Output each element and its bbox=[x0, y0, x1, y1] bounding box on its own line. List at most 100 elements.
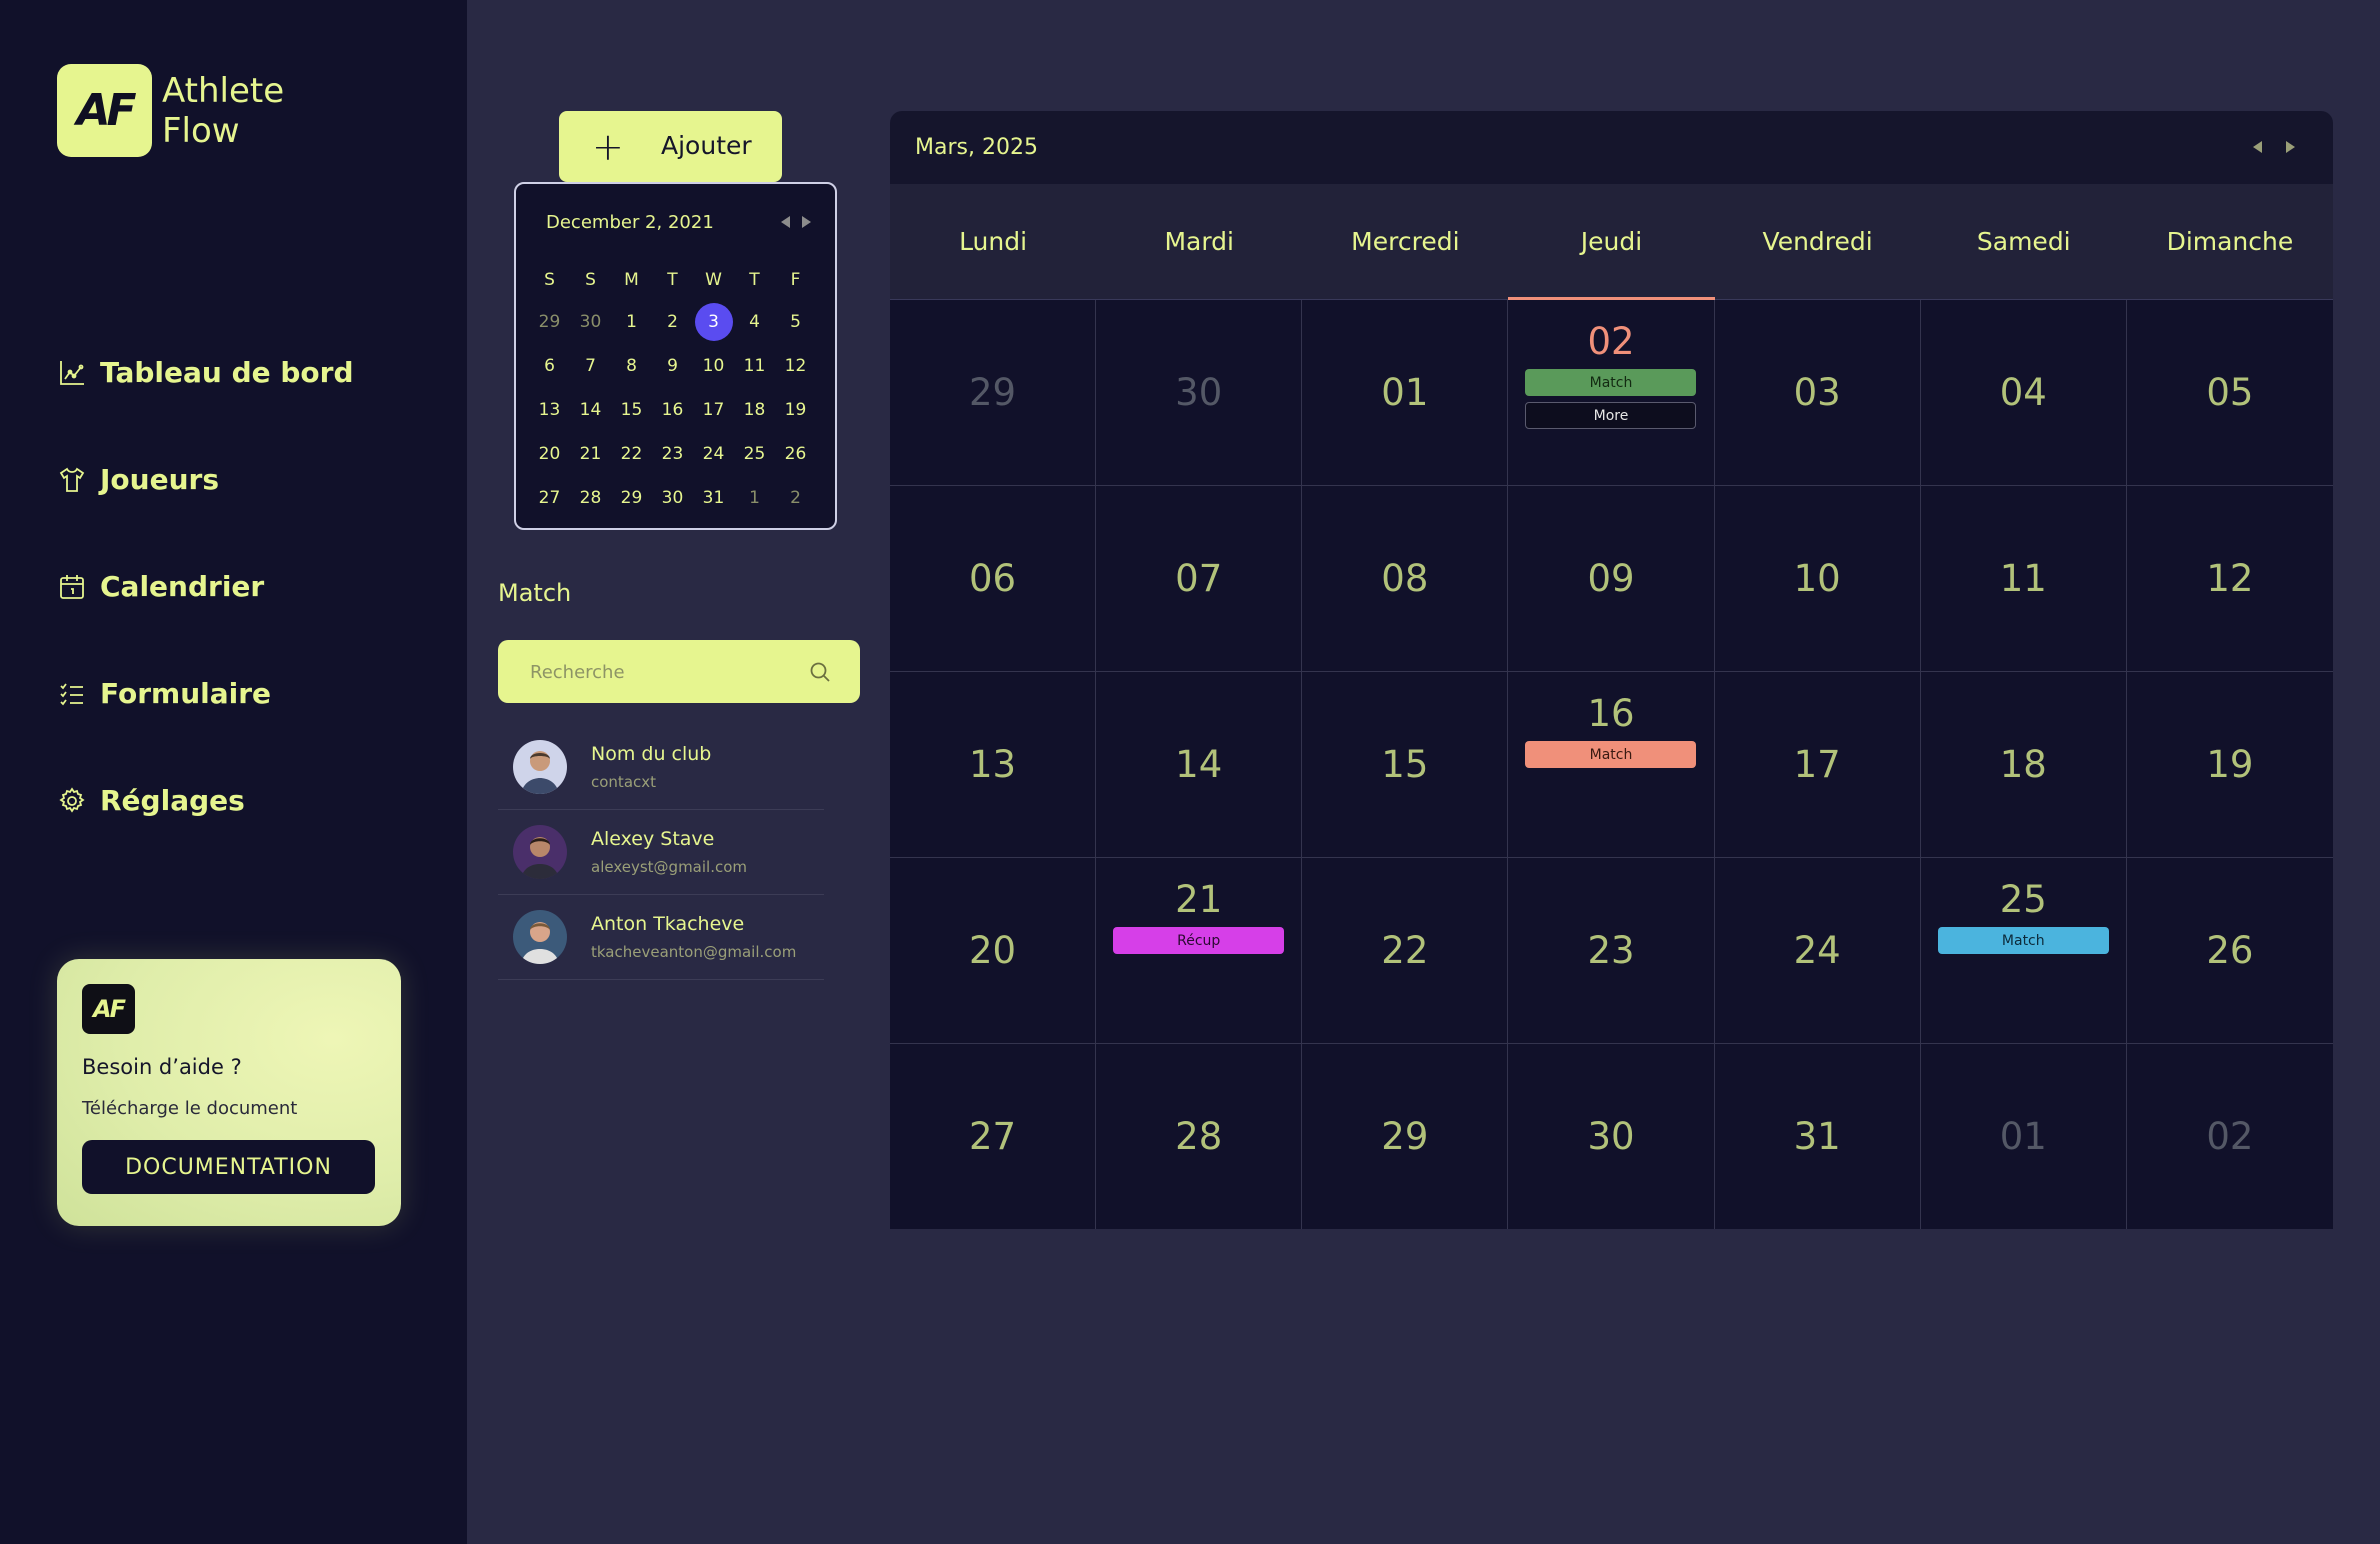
calendar-day-cell[interactable]: 10 bbox=[1715, 486, 1921, 671]
mini-day[interactable]: 1 bbox=[734, 476, 775, 520]
mini-day[interactable]: 16 bbox=[652, 388, 693, 432]
mini-day[interactable]: 10 bbox=[693, 344, 734, 388]
calendar-day-cell[interactable]: 20 bbox=[890, 858, 1097, 1043]
calendar-day-cell[interactable]: 06 bbox=[890, 486, 1097, 671]
event-chip[interactable]: Match bbox=[1937, 927, 2109, 954]
mini-day[interactable]: 6 bbox=[529, 344, 570, 388]
calendar-day-cell[interactable]: 19 bbox=[2127, 672, 2333, 857]
mini-day[interactable]: 31 bbox=[693, 476, 734, 520]
calendar-day-cell[interactable]: 31 bbox=[1715, 1044, 1921, 1229]
mini-day[interactable]: 9 bbox=[652, 344, 693, 388]
calendar-day-cell[interactable]: 21 Récup bbox=[1096, 858, 1303, 1043]
mini-day-selected[interactable]: 3 bbox=[693, 300, 734, 344]
mini-day[interactable]: 5 bbox=[775, 300, 816, 344]
calendar-week-row: 29 30 01 02 Match More 03 04 05 bbox=[890, 300, 2333, 486]
mini-day[interactable]: 13 bbox=[529, 388, 570, 432]
nav-label-form: Formulaire bbox=[100, 677, 272, 710]
mini-day[interactable]: 18 bbox=[734, 388, 775, 432]
mini-day[interactable]: 19 bbox=[775, 388, 816, 432]
calendar-day-cell[interactable]: 09 bbox=[1508, 486, 1715, 671]
mini-day[interactable]: 20 bbox=[529, 432, 570, 476]
mini-day[interactable]: 2 bbox=[775, 476, 816, 520]
documentation-button[interactable]: DOCUMENTATION bbox=[82, 1140, 375, 1194]
calendar-day-cell[interactable]: 01 bbox=[1302, 300, 1509, 485]
calendar-day-cell[interactable]: 15 bbox=[1302, 672, 1509, 857]
contact-item[interactable]: Alexey Stave alexeyst@gmail.com bbox=[498, 810, 824, 895]
mini-day[interactable]: 23 bbox=[652, 432, 693, 476]
calendar-day-cell[interactable]: 04 bbox=[1921, 300, 2127, 485]
mini-day[interactable]: 22 bbox=[611, 432, 652, 476]
calendar-day-cell[interactable]: 03 bbox=[1715, 300, 1921, 485]
calendar-day-cell[interactable]: 08 bbox=[1302, 486, 1509, 671]
mini-day[interactable]: 8 bbox=[611, 344, 652, 388]
next-month-icon[interactable] bbox=[802, 216, 811, 228]
calendar-day-cell[interactable]: 01 bbox=[1921, 1044, 2127, 1229]
mini-day[interactable]: 30 bbox=[652, 476, 693, 520]
calendar-day-cell[interactable]: 27 bbox=[890, 1044, 1097, 1229]
event-chip[interactable]: Récup bbox=[1113, 927, 1285, 954]
search-icon[interactable] bbox=[808, 660, 832, 688]
mini-day[interactable]: 1 bbox=[611, 300, 652, 344]
next-month-icon[interactable] bbox=[2286, 141, 2295, 153]
mini-day[interactable]: 24 bbox=[693, 432, 734, 476]
nav-item-calendar[interactable]: Calendrier bbox=[58, 533, 354, 640]
mini-day[interactable]: 17 bbox=[693, 388, 734, 432]
mini-day[interactable]: 21 bbox=[570, 432, 611, 476]
calendar-day-cell[interactable]: 02 bbox=[2127, 1044, 2333, 1229]
mini-day[interactable]: 4 bbox=[734, 300, 775, 344]
mini-weekday-label: T bbox=[749, 270, 760, 290]
mini-day[interactable]: 30 bbox=[570, 300, 611, 344]
calendar-day-cell[interactable]: 16 Match bbox=[1508, 672, 1715, 857]
calendar-day-cell[interactable]: 25 Match bbox=[1921, 858, 2127, 1043]
search-input[interactable] bbox=[528, 640, 802, 705]
mini-day[interactable]: 28 bbox=[570, 476, 611, 520]
calendar-day-cell[interactable]: 07 bbox=[1096, 486, 1303, 671]
calendar-day-cell[interactable]: 11 bbox=[1921, 486, 2127, 671]
weekday-label: Jeudi bbox=[1508, 184, 1715, 300]
search-bar bbox=[498, 640, 860, 705]
mini-day[interactable]: 29 bbox=[611, 476, 652, 520]
mini-day[interactable]: 27 bbox=[529, 476, 570, 520]
nav-item-dashboard[interactable]: Tableau de bord bbox=[58, 319, 354, 426]
mini-day[interactable]: 14 bbox=[570, 388, 611, 432]
mini-day[interactable]: 12 bbox=[775, 344, 816, 388]
calendar-day-cell[interactable]: 02 Match More bbox=[1508, 300, 1715, 485]
calendar-day-cell[interactable]: 23 bbox=[1508, 858, 1715, 1043]
calendar-day-cell[interactable]: 28 bbox=[1096, 1044, 1303, 1229]
mini-day[interactable]: 15 bbox=[611, 388, 652, 432]
calendar-day-cell[interactable]: 17 bbox=[1715, 672, 1921, 857]
mini-day[interactable]: 25 bbox=[734, 432, 775, 476]
more-events-button[interactable]: More bbox=[1525, 402, 1697, 429]
mini-day[interactable]: 26 bbox=[775, 432, 816, 476]
calendar-nav bbox=[2253, 141, 2295, 153]
prev-month-icon[interactable] bbox=[781, 216, 790, 228]
calendar-day-cell[interactable]: 30 bbox=[1508, 1044, 1715, 1229]
app-logo[interactable]: AF Athlete Flow bbox=[57, 64, 284, 157]
nav-item-form[interactable]: Formulaire bbox=[58, 640, 354, 747]
mini-day[interactable]: 29 bbox=[529, 300, 570, 344]
day-number: 08 bbox=[1381, 557, 1429, 600]
contact-item[interactable]: Nom du club contacxt bbox=[498, 725, 824, 810]
calendar-day-cell[interactable]: 29 bbox=[1302, 1044, 1509, 1229]
nav-item-settings[interactable]: Réglages bbox=[58, 747, 354, 854]
calendar-day-cell[interactable]: 14 bbox=[1096, 672, 1303, 857]
add-button[interactable]: + Ajouter bbox=[559, 111, 782, 182]
calendar-day-cell[interactable]: 30 bbox=[1096, 300, 1303, 485]
contact-item[interactable]: Anton Tkacheve tkacheveanton@gmail.com bbox=[498, 895, 824, 980]
event-chip[interactable]: Match bbox=[1525, 741, 1697, 768]
calendar-day-cell[interactable]: 29 bbox=[890, 300, 1097, 485]
mini-day[interactable]: 11 bbox=[734, 344, 775, 388]
calendar-day-cell[interactable]: 24 bbox=[1715, 858, 1921, 1043]
calendar-day-cell[interactable]: 26 bbox=[2127, 858, 2333, 1043]
calendar-day-cell[interactable]: 18 bbox=[1921, 672, 2127, 857]
calendar-day-cell[interactable]: 22 bbox=[1302, 858, 1509, 1043]
calendar-day-cell[interactable]: 05 bbox=[2127, 300, 2333, 485]
calendar-week-row: 27 28 29 30 31 01 02 bbox=[890, 1044, 2333, 1229]
event-chip[interactable]: Match bbox=[1525, 369, 1697, 396]
prev-month-icon[interactable] bbox=[2253, 141, 2262, 153]
calendar-day-cell[interactable]: 13 bbox=[890, 672, 1097, 857]
mini-day[interactable]: 2 bbox=[652, 300, 693, 344]
mini-day[interactable]: 7 bbox=[570, 344, 611, 388]
nav-item-players[interactable]: Joueurs bbox=[58, 426, 354, 533]
calendar-day-cell[interactable]: 12 bbox=[2127, 486, 2333, 671]
